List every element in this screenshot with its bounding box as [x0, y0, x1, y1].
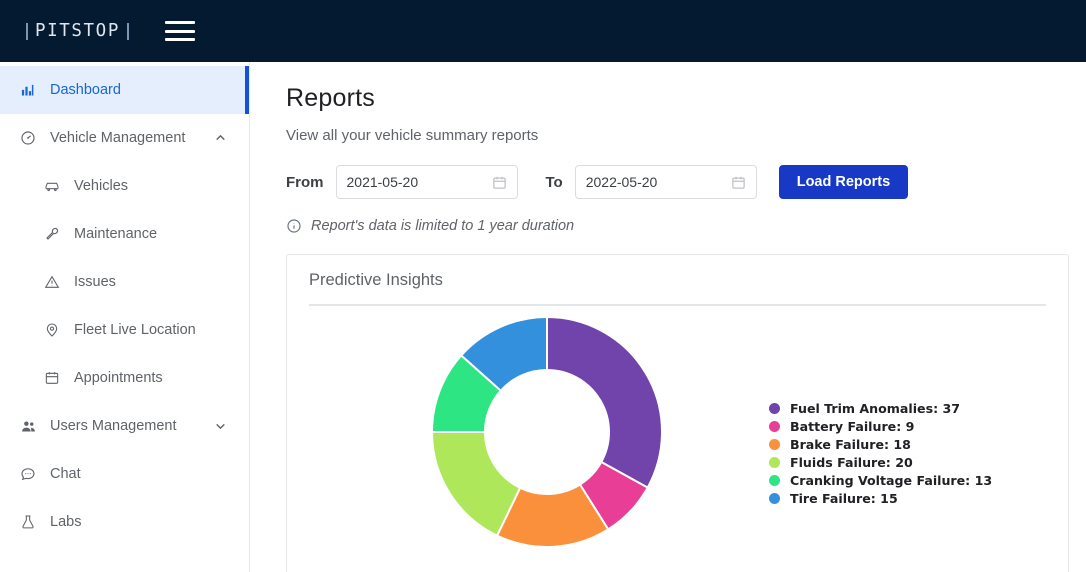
from-label: From — [286, 173, 324, 191]
map-pin-icon — [44, 322, 66, 338]
sidebar-item-appointments[interactable]: Appointments — [0, 354, 249, 402]
sidebar-item-label: Issues — [74, 274, 116, 290]
calendar-icon[interactable] — [731, 175, 746, 190]
sidebar-item-label: Chat — [50, 466, 81, 482]
calendar-icon — [44, 370, 66, 386]
warning-triangle-icon — [44, 274, 66, 290]
sidebar-item-issues[interactable]: Issues — [0, 258, 249, 306]
sidebar-item-maintenance[interactable]: Maintenance — [0, 210, 249, 258]
wrench-icon — [44, 226, 66, 242]
from-date-value: 2021-05-20 — [346, 174, 419, 190]
note-text: Report's data is limited to 1 year durat… — [311, 218, 575, 234]
sidebar-item-label: Users Management — [50, 418, 177, 434]
hamburger-line — [164, 29, 195, 33]
to-date-value: 2022-05-20 — [585, 174, 658, 190]
legend-item[interactable]: Fluids Failure: 20 — [769, 455, 992, 470]
chevron-up-icon[interactable] — [214, 132, 227, 145]
chat-bubble-icon — [20, 466, 42, 482]
predictive-insights-card: Predictive Insights Fuel Trim Anomalies:… — [286, 254, 1069, 572]
legend-label: Brake Failure: 18 — [790, 437, 911, 452]
logo-right-bar-icon — [126, 22, 129, 40]
report-duration-note: Report's data is limited to 1 year durat… — [286, 218, 1068, 234]
hamburger-line — [164, 38, 195, 41]
sidebar-item-users-management[interactable]: Users Management — [0, 402, 249, 450]
legend-item[interactable]: Brake Failure: 18 — [769, 437, 992, 452]
chevron-down-icon[interactable] — [214, 420, 227, 433]
top-header-bar: PITSTOP — [0, 0, 1086, 62]
logo-text: PITSTOP — [35, 21, 120, 41]
card-title: Predictive Insights — [309, 271, 443, 289]
legend-color-swatch-icon — [769, 493, 780, 504]
sidebar-item-label: Dashboard — [50, 82, 121, 98]
legend-color-swatch-icon — [769, 475, 780, 486]
legend-color-swatch-icon — [769, 457, 780, 468]
load-reports-button[interactable]: Load Reports — [778, 165, 909, 199]
sidebar-item-label: Vehicle Management — [50, 130, 186, 146]
sidebar-item-labs[interactable]: Labs — [0, 498, 249, 546]
to-label: To — [545, 173, 563, 191]
sidebar-item-dashboard[interactable]: Dashboard — [0, 66, 249, 114]
chart-legend: Fuel Trim Anomalies: 37 Battery Failure: … — [769, 401, 992, 506]
page-subtitle: View all your vehicle summary reports — [286, 127, 539, 144]
info-circle-icon — [286, 218, 302, 234]
sidebar-item-label: Labs — [50, 514, 82, 530]
bar-chart-icon — [20, 83, 42, 98]
donut-chart[interactable] — [427, 312, 667, 552]
legend-label: Fuel Trim Anomalies: 37 — [790, 401, 961, 416]
legend-item[interactable]: Cranking Voltage Failure: 13 — [769, 473, 992, 488]
sidebar-item-label: Appointments — [74, 370, 163, 386]
sidebar-item-chat[interactable]: Chat — [0, 450, 249, 498]
legend-label: Tire Failure: 15 — [790, 491, 898, 506]
sidebar-item-label: Maintenance — [74, 226, 158, 242]
legend-label: Cranking Voltage Failure: 13 — [790, 473, 993, 488]
calendar-icon[interactable] — [492, 175, 507, 190]
hamburger-line — [164, 21, 195, 24]
legend-color-swatch-icon — [769, 403, 780, 414]
donut-slice[interactable] — [546, 315, 663, 489]
legend-label: Battery Failure: 9 — [790, 419, 915, 434]
users-icon — [20, 418, 42, 435]
report-filters: From 2021-05-20 To 2022-05-20 Load Repor… — [286, 165, 1068, 199]
to-date-input[interactable]: 2022-05-20 — [574, 165, 757, 199]
logo-left-bar-icon — [26, 22, 28, 40]
flask-icon — [20, 514, 42, 530]
sidebar-item-fleet-live-location[interactable]: Fleet Live Location — [0, 306, 249, 354]
sidebar-item-label: Vehicles — [74, 178, 129, 194]
app-logo[interactable]: PITSTOP — [26, 21, 129, 41]
legend-label: Fluids Failure: 20 — [790, 455, 913, 470]
page-title: Reports — [286, 84, 375, 112]
legend-color-swatch-icon — [769, 439, 780, 450]
legend-item[interactable]: Tire Failure: 15 — [769, 491, 992, 506]
legend-color-swatch-icon — [769, 421, 780, 432]
chart-area: Fuel Trim Anomalies: 37 Battery Failure: … — [309, 306, 1046, 558]
sidebar-item-vehicle-management[interactable]: Vehicle Management — [0, 114, 249, 162]
main-content: Reports View all your vehicle summary re… — [251, 62, 1086, 572]
legend-item[interactable]: Battery Failure: 9 — [769, 419, 992, 434]
app-root: PITSTOP Dashboard Vehicle Management Vehic… — [0, 0, 1086, 572]
car-icon — [44, 178, 66, 194]
sidebar-item-label: Fleet Live Location — [74, 322, 196, 338]
gauge-icon — [20, 130, 42, 146]
sidebar-item-vehicles[interactable]: Vehicles — [0, 162, 249, 210]
sidebar-navigation: Dashboard Vehicle Management Vehicles Maint… — [0, 62, 250, 572]
legend-item[interactable]: Fuel Trim Anomalies: 37 — [769, 401, 992, 416]
hamburger-menu-icon[interactable] — [164, 18, 195, 44]
from-date-input[interactable]: 2021-05-20 — [335, 165, 518, 199]
